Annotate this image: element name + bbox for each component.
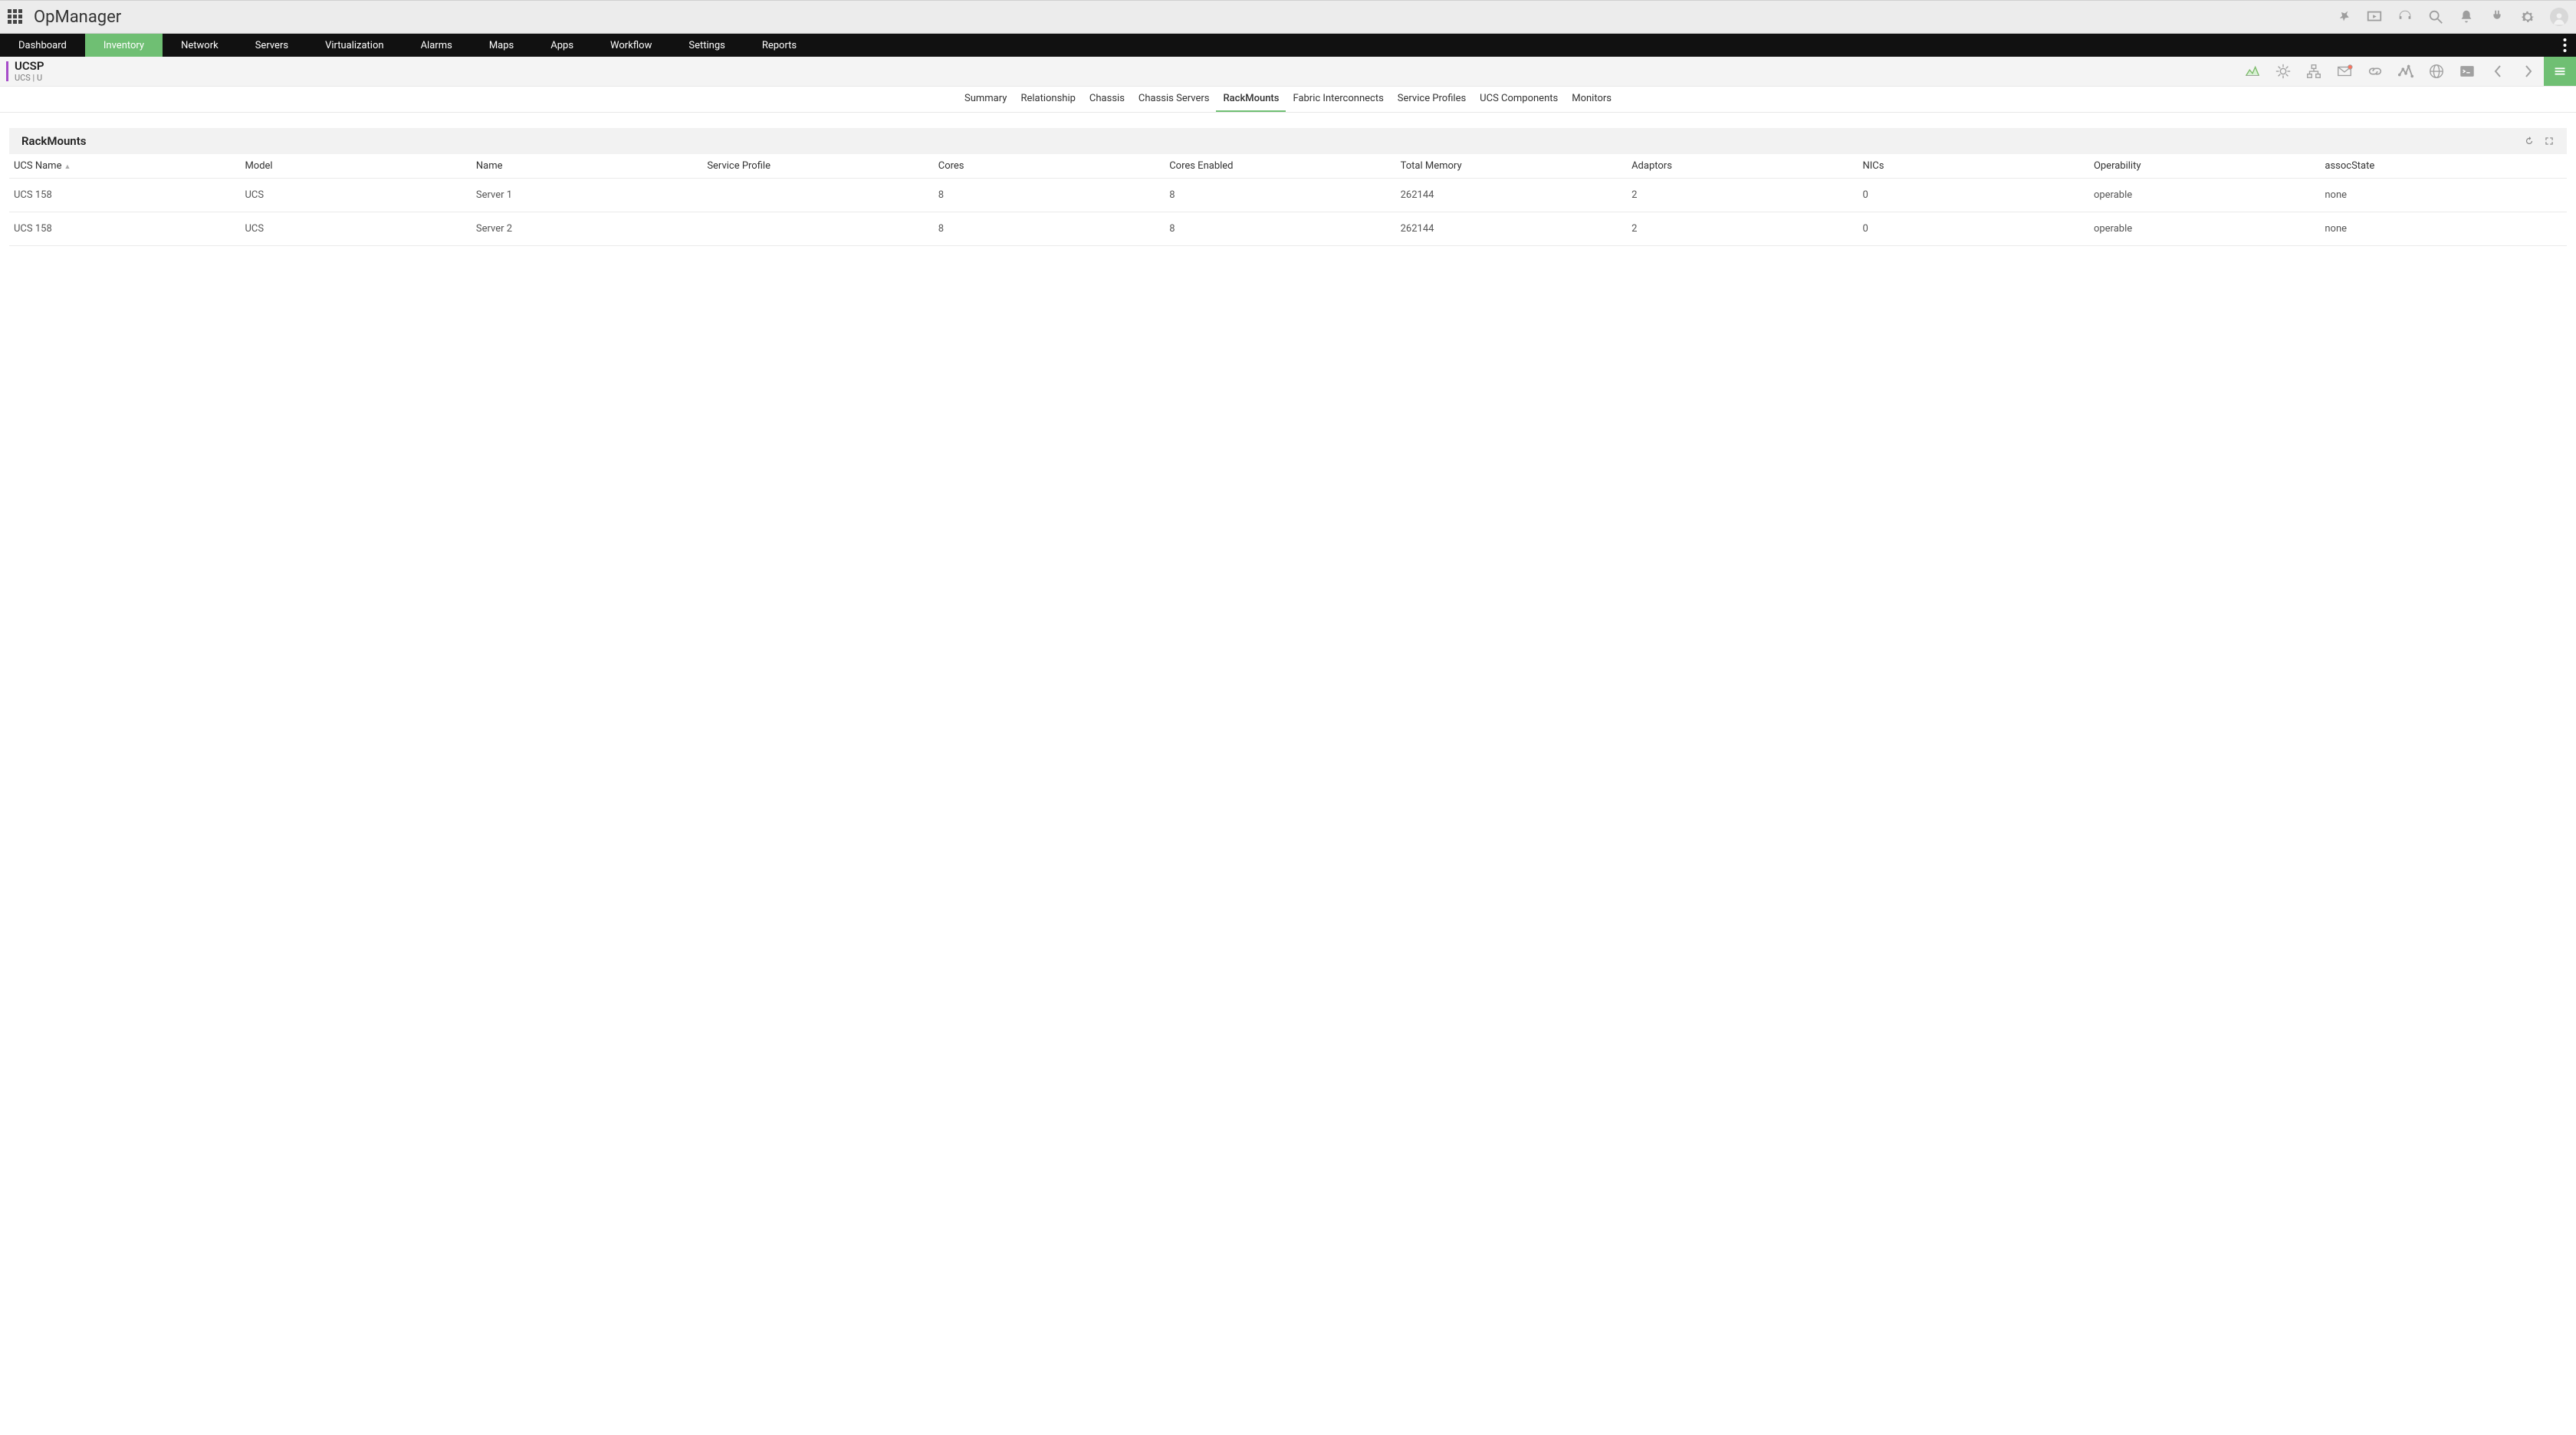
context-title-block: UCSP UCS | U <box>15 60 44 83</box>
cell-name: Server 2 <box>472 212 702 246</box>
context-marker <box>6 61 8 81</box>
activity-icon[interactable] <box>2390 57 2421 86</box>
nav-virtualization[interactable]: Virtualization <box>307 34 402 57</box>
cell-sp <box>702 212 933 246</box>
col-adaptors[interactable]: Adaptors <box>1627 154 1858 179</box>
tab-summary[interactable]: Summary <box>958 87 1014 112</box>
cell-tm: 262144 <box>1396 179 1627 212</box>
brand-name: OpManager <box>34 8 121 27</box>
cell-sp <box>702 179 933 212</box>
cell-name: Server 1 <box>472 179 702 212</box>
cell-cores: 8 <box>934 212 1165 246</box>
context-actions <box>2237 57 2576 86</box>
sub-tabs: Summary Relationship Chassis Chassis Ser… <box>0 87 2576 113</box>
topbar-actions <box>2335 8 2568 26</box>
cell-op: operable <box>2089 212 2320 246</box>
refresh-icon[interactable] <box>2524 136 2535 146</box>
rackmounts-panel: RackMounts UCS Name▲ Model Name Service … <box>9 128 2567 246</box>
tab-rackmounts[interactable]: RackMounts <box>1216 87 1286 112</box>
tab-relationship[interactable]: Relationship <box>1014 87 1082 112</box>
apps-grid-icon[interactable] <box>8 9 23 25</box>
col-ucs-name[interactable]: UCS Name▲ <box>9 154 240 179</box>
nav-servers[interactable]: Servers <box>237 34 307 57</box>
table-header-row: UCS Name▲ Model Name Service Profile Cor… <box>9 154 2567 179</box>
cell-nic: 0 <box>1858 179 2089 212</box>
col-service-profile[interactable]: Service Profile <box>702 154 933 179</box>
table-row[interactable]: UCS 158 UCS Server 1 8 8 262144 2 0 oper… <box>9 179 2567 212</box>
context-subtitle: UCS | U <box>15 73 44 83</box>
cell-ad: 2 <box>1627 179 1858 212</box>
tab-chassis[interactable]: Chassis <box>1083 87 1132 112</box>
tab-chassis-servers[interactable]: Chassis Servers <box>1132 87 1217 112</box>
cell-nic: 0 <box>1858 212 2089 246</box>
cell-as: none <box>2320 212 2567 246</box>
rackmounts-table: UCS Name▲ Model Name Service Profile Cor… <box>9 154 2567 246</box>
panel-title: RackMounts <box>21 134 86 148</box>
nav-settings[interactable]: Settings <box>670 34 743 57</box>
col-total-memory[interactable]: Total Memory <box>1396 154 1627 179</box>
cell-ucs: UCS 158 <box>9 179 240 212</box>
prev-icon[interactable] <box>2482 57 2513 86</box>
topology-icon[interactable] <box>2298 57 2329 86</box>
cell-ce: 8 <box>1165 212 1395 246</box>
cell-cores: 8 <box>934 179 1165 212</box>
nav-reports[interactable]: Reports <box>744 34 815 57</box>
user-avatar[interactable] <box>2550 8 2568 26</box>
search-icon[interactable] <box>2427 8 2444 25</box>
tab-monitors[interactable]: Monitors <box>1565 87 1618 112</box>
headset-icon[interactable] <box>2397 8 2413 25</box>
topbar: OpManager <box>0 0 2576 34</box>
col-nics[interactable]: NICs <box>1858 154 2089 179</box>
cell-tm: 262144 <box>1396 212 1627 246</box>
table-row[interactable]: UCS 158 UCS Server 2 8 8 262144 2 0 oper… <box>9 212 2567 246</box>
nav-alarms[interactable]: Alarms <box>402 34 471 57</box>
cell-as: none <box>2320 179 2567 212</box>
globe-icon[interactable] <box>2421 57 2452 86</box>
terminal-icon[interactable] <box>2452 57 2482 86</box>
context-title: UCSP <box>15 60 44 73</box>
col-operability[interactable]: Operability <box>2089 154 2320 179</box>
cell-model: UCS <box>240 212 471 246</box>
quickstart-icon[interactable] <box>2335 8 2352 25</box>
tab-ucs-components[interactable]: UCS Components <box>1473 87 1565 112</box>
nav-network[interactable]: Network <box>163 34 237 57</box>
expand-icon[interactable] <box>2544 136 2555 146</box>
plug-icon[interactable] <box>2489 8 2505 25</box>
mail-icon[interactable] <box>2329 57 2360 86</box>
presentation-icon[interactable] <box>2366 8 2383 25</box>
gear-icon[interactable] <box>2519 8 2536 25</box>
col-model[interactable]: Model <box>240 154 471 179</box>
nav-inventory[interactable]: Inventory <box>85 34 163 57</box>
cell-op: operable <box>2089 179 2320 212</box>
cell-ce: 8 <box>1165 179 1395 212</box>
chart-icon[interactable] <box>2237 57 2268 86</box>
tab-service-profiles[interactable]: Service Profiles <box>1391 87 1473 112</box>
nav-maps[interactable]: Maps <box>471 34 532 57</box>
cell-ucs: UCS 158 <box>9 212 240 246</box>
panel-header: RackMounts <box>9 128 2567 154</box>
content: RackMounts UCS Name▲ Model Name Service … <box>0 113 2576 246</box>
tab-fabric-interconnects[interactable]: Fabric Interconnects <box>1286 87 1390 112</box>
link-icon[interactable] <box>2360 57 2390 86</box>
col-name[interactable]: Name <box>472 154 702 179</box>
col-cores[interactable]: Cores <box>934 154 1165 179</box>
col-assocstate[interactable]: assocState <box>2320 154 2567 179</box>
context-bar: UCSP UCS | U <box>0 57 2576 87</box>
hamburger-menu-icon[interactable] <box>2544 57 2576 86</box>
nav-more-icon[interactable] <box>2553 34 2576 57</box>
nav-apps[interactable]: Apps <box>532 34 592 57</box>
nav-workflow[interactable]: Workflow <box>592 34 670 57</box>
next-icon[interactable] <box>2513 57 2544 86</box>
col-cores-enabled[interactable]: Cores Enabled <box>1165 154 1395 179</box>
alert-config-icon[interactable] <box>2268 57 2298 86</box>
bell-icon[interactable] <box>2458 8 2475 25</box>
main-nav: Dashboard Inventory Network Servers Virt… <box>0 34 2576 57</box>
cell-model: UCS <box>240 179 471 212</box>
cell-ad: 2 <box>1627 212 1858 246</box>
nav-dashboard[interactable]: Dashboard <box>0 34 85 57</box>
